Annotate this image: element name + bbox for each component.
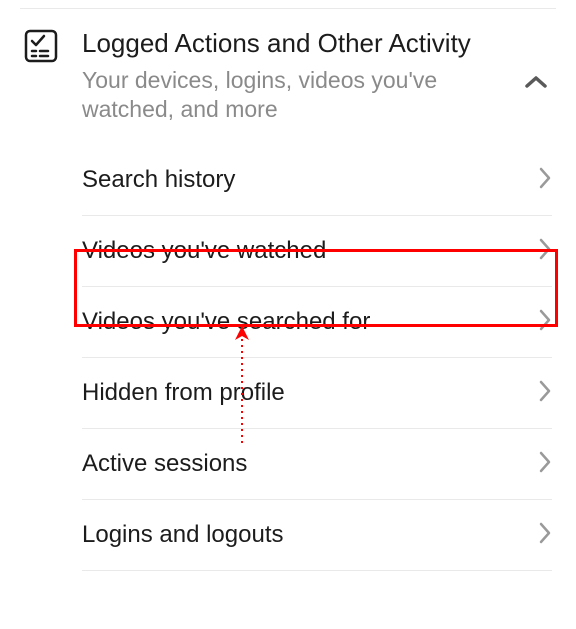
activity-list: Search history Videos you've watched Vid… — [0, 145, 576, 571]
list-item-label: Hidden from profile — [82, 379, 285, 407]
list-item-label: Videos you've watched — [82, 237, 326, 265]
section-header-text: Logged Actions and Other Activity Your d… — [82, 27, 556, 125]
chevron-right-icon — [538, 521, 552, 550]
list-item-active-sessions[interactable]: Active sessions — [82, 429, 552, 500]
chevron-right-icon — [538, 308, 552, 337]
list-item-label: Active sessions — [82, 450, 247, 478]
top-divider — [20, 8, 556, 9]
chevron-right-icon — [538, 450, 552, 479]
chevron-right-icon — [538, 379, 552, 408]
list-item-videos-searched[interactable]: Videos you've searched for — [82, 287, 552, 358]
list-item-label: Videos you've searched for — [82, 308, 370, 336]
section-subtitle: Your devices, logins, videos you've watc… — [82, 66, 496, 126]
section-header[interactable]: Logged Actions and Other Activity Your d… — [0, 27, 576, 145]
section-title: Logged Actions and Other Activity — [82, 27, 496, 60]
activity-list-icon — [24, 29, 58, 68]
list-item-label: Logins and logouts — [82, 521, 284, 549]
list-item-logins-logouts[interactable]: Logins and logouts — [82, 500, 552, 571]
chevron-right-icon — [538, 237, 552, 266]
list-item-videos-watched[interactable]: Videos you've watched — [82, 216, 552, 287]
list-item-search-history[interactable]: Search history — [82, 145, 552, 216]
chevron-up-icon[interactable] — [524, 75, 548, 94]
list-item-label: Search history — [82, 166, 235, 194]
chevron-right-icon — [538, 166, 552, 195]
list-item-hidden-profile[interactable]: Hidden from profile — [82, 358, 552, 429]
